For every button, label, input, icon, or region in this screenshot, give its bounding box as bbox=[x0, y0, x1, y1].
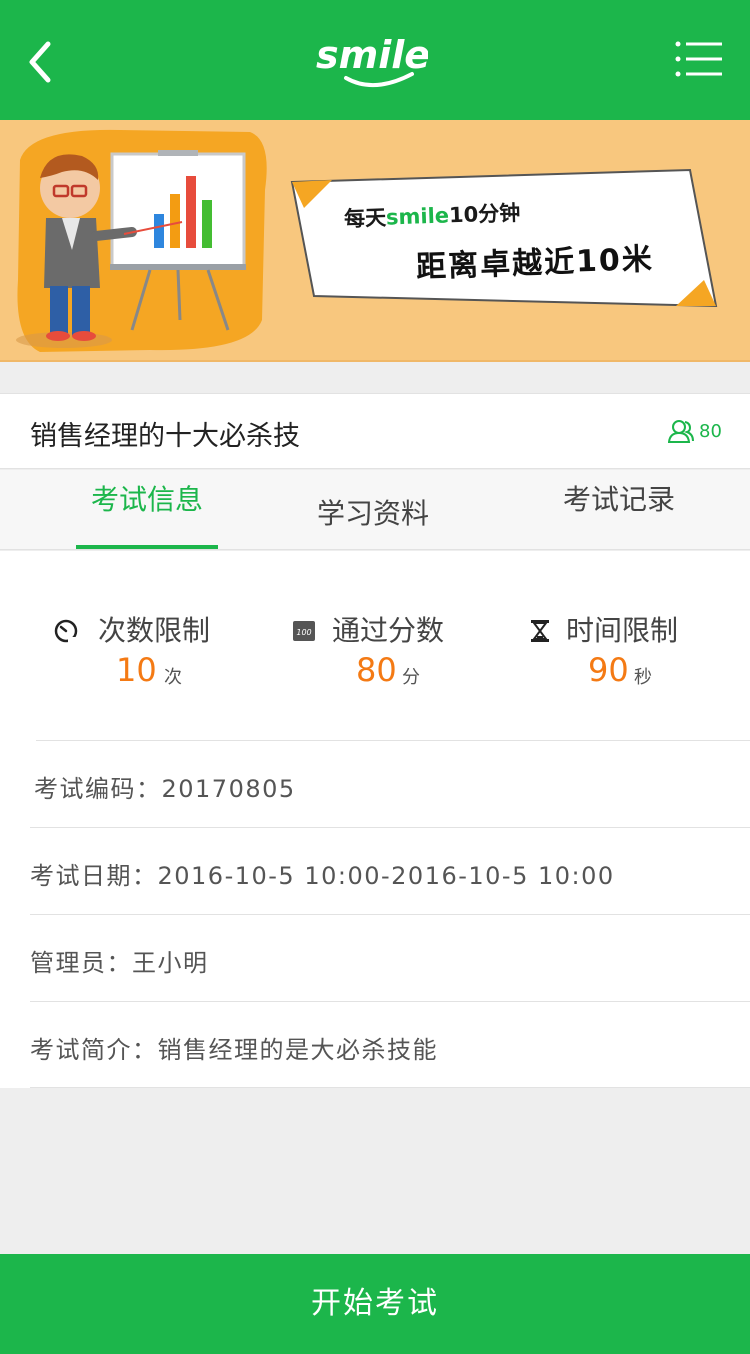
top-app-bar: smile bbox=[0, 0, 750, 120]
exam-code: 考试编码：20170805 bbox=[34, 775, 296, 803]
score-100-icon: 100 bbox=[293, 621, 315, 641]
exam-admin: 管理员：王小明 bbox=[30, 949, 209, 977]
menu-button[interactable] bbox=[674, 38, 726, 82]
stat-value: 10 bbox=[116, 651, 157, 689]
exam-date: 考试日期：2016-10-5 10:00-2016-10-5 10:00 bbox=[30, 862, 615, 890]
banner-slogan-line2: 距离卓越近10米 bbox=[415, 241, 655, 286]
course-title: 销售经理的十大必杀技 bbox=[30, 421, 300, 452]
stat-unit: 分 bbox=[402, 667, 420, 688]
start-exam-button[interactable]: 开始考试 bbox=[0, 1254, 750, 1354]
stat-attempt-limit: 次数限制 10 次 bbox=[54, 609, 254, 689]
stat-time-limit: 时间限制 90 秒 bbox=[528, 609, 728, 689]
tab-study-materials[interactable]: 学习资料 bbox=[300, 470, 446, 550]
slogan-prefix: 每天 bbox=[343, 205, 387, 232]
chevron-left-icon bbox=[29, 41, 51, 83]
divider bbox=[36, 740, 750, 741]
back-button[interactable] bbox=[22, 36, 66, 88]
exam-intro: 考试简介：销售经理的是大必杀技能 bbox=[30, 1036, 438, 1064]
speed-gauge-icon bbox=[54, 619, 78, 643]
tab-bar: 考试信息 学习资料 考试记录 bbox=[0, 470, 750, 550]
stat-label: 时间限制 bbox=[566, 614, 679, 647]
stat-label: 次数限制 bbox=[98, 614, 211, 647]
divider bbox=[30, 1001, 750, 1002]
promo-banner[interactable]: 每天smile10分钟 距离卓越近10米 bbox=[0, 120, 750, 362]
slogan-brand: smile bbox=[385, 203, 450, 230]
banner-slogan-line1: 每天smile10分钟 bbox=[344, 197, 521, 233]
exam-info-panel: 次数限制 10 次 100 通过分数 80 分 时间限制 90 秒 考试编码：2… bbox=[0, 551, 750, 1088]
learner-count: 80 bbox=[699, 421, 722, 442]
logo-text: smile bbox=[316, 33, 428, 77]
learners-icon bbox=[668, 420, 694, 443]
slogan-suffix: 10分钟 bbox=[448, 200, 521, 228]
stat-value: 90 bbox=[588, 651, 629, 689]
divider bbox=[30, 914, 750, 915]
smile-logo: smile bbox=[312, 22, 430, 96]
active-tab-indicator bbox=[76, 545, 218, 549]
stat-label: 通过分数 bbox=[332, 614, 445, 647]
tab-exam-info[interactable]: 考试信息 bbox=[76, 456, 218, 536]
stat-value: 80 bbox=[356, 651, 397, 689]
stat-unit: 秒 bbox=[634, 667, 652, 688]
svg-text:100: 100 bbox=[296, 628, 311, 637]
stat-pass-score: 100 通过分数 80 分 bbox=[292, 609, 492, 689]
tab-exam-records[interactable]: 考试记录 bbox=[546, 456, 692, 536]
divider bbox=[30, 1087, 750, 1088]
hourglass-icon bbox=[531, 620, 549, 642]
stat-unit: 次 bbox=[164, 667, 182, 688]
list-menu-icon bbox=[675, 41, 722, 77]
divider bbox=[30, 827, 750, 828]
